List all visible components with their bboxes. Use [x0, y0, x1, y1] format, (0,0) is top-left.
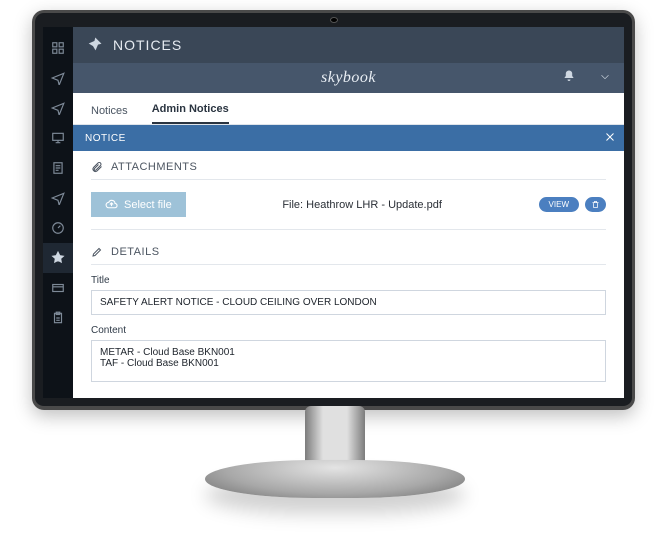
close-icon [604, 131, 616, 143]
rail-item-plane-3[interactable] [43, 183, 73, 213]
camera-dot [330, 17, 338, 23]
gauge-icon [51, 221, 65, 235]
select-file-label: Select file [124, 199, 172, 211]
content-area: NOTICES skybook Notices Admin Notices [73, 27, 624, 398]
notice-header: NOTICE [73, 125, 624, 151]
rail-item-clipboard[interactable] [43, 303, 73, 333]
section-heading: ATTACHMENTS [111, 161, 197, 173]
content-textarea[interactable] [91, 340, 606, 382]
rail-item-gauge[interactable] [43, 213, 73, 243]
pin-icon [51, 251, 65, 265]
rail-item-plane-2[interactable] [43, 93, 73, 123]
grid-icon [51, 41, 65, 55]
brand-bar: skybook [73, 63, 624, 93]
clipboard-icon [51, 311, 65, 325]
bell-icon [562, 69, 576, 83]
plane-icon [51, 101, 65, 115]
rail-item-grid[interactable] [43, 33, 73, 63]
plane-icon [51, 71, 65, 85]
delete-file-button[interactable] [585, 197, 606, 212]
tab-admin-notices[interactable]: Admin Notices [152, 103, 229, 124]
card-icon [51, 281, 65, 295]
attachments-row: Select file File: Heathrow LHR - Update.… [91, 180, 606, 223]
file-actions: VIEW [539, 197, 606, 212]
tab-label: Notices [91, 105, 128, 117]
section-details-head: DETAILS [91, 236, 606, 265]
trash-icon [591, 200, 600, 209]
rail-item-presentation[interactable] [43, 123, 73, 153]
plane-icon [51, 191, 65, 205]
form-panel: ATTACHMENTS Select file File: Heathrow L… [73, 151, 624, 398]
monitor-frame: NOTICES skybook Notices Admin Notices [32, 10, 635, 410]
view-file-button[interactable]: VIEW [539, 197, 579, 212]
tab-label: Admin Notices [152, 103, 229, 115]
section-attachments-head: ATTACHMENTS [91, 151, 606, 180]
paperclip-icon [91, 161, 103, 173]
nav-rail [43, 27, 73, 398]
stand-base [205, 460, 465, 498]
notice-header-label: NOTICE [85, 133, 126, 144]
divider [91, 229, 606, 230]
document-icon [51, 161, 65, 175]
rail-item-document[interactable] [43, 153, 73, 183]
upload-cloud-icon [105, 198, 118, 211]
title-label: Title [91, 265, 606, 290]
header-menu-dropdown[interactable] [598, 70, 612, 87]
rail-item-pin[interactable] [43, 243, 73, 273]
title-input[interactable] [91, 290, 606, 315]
page-title: NOTICES [113, 37, 182, 53]
screen: NOTICES skybook Notices Admin Notices [43, 27, 624, 398]
notifications-button[interactable] [562, 69, 576, 88]
select-file-button[interactable]: Select file [91, 192, 186, 217]
rail-item-card[interactable] [43, 273, 73, 303]
pin-icon [85, 36, 103, 54]
view-chip-label: VIEW [549, 200, 569, 209]
chevron-down-icon [598, 70, 612, 84]
tab-notices[interactable]: Notices [91, 105, 128, 124]
page-header: NOTICES [73, 27, 624, 63]
pencil-icon [91, 246, 103, 258]
rail-item-plane-1[interactable] [43, 63, 73, 93]
content-label: Content [91, 315, 606, 340]
section-heading: DETAILS [111, 246, 160, 258]
presentation-icon [51, 131, 65, 145]
brand-name: skybook [321, 69, 376, 87]
tabs: Notices Admin Notices [73, 93, 624, 125]
file-info: File: Heathrow LHR - Update.pdf [204, 199, 521, 211]
close-button[interactable] [604, 131, 616, 146]
